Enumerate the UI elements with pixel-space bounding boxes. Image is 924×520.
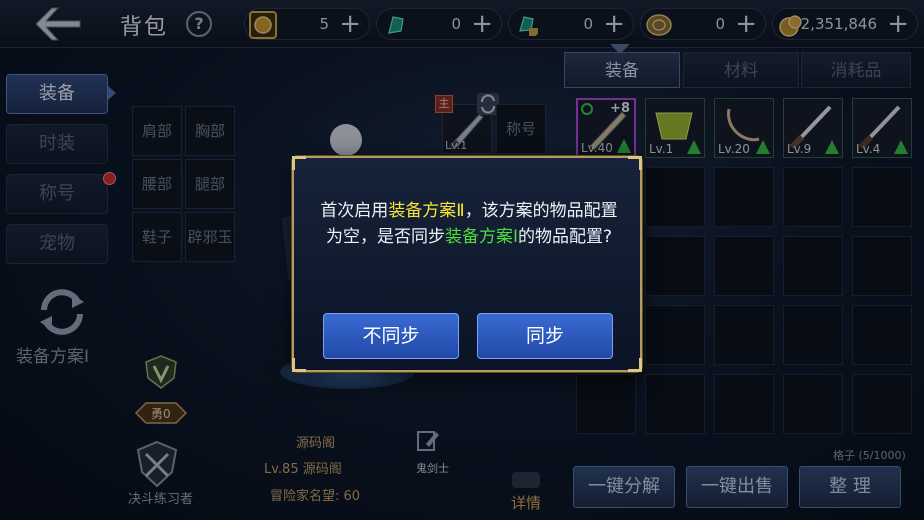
sync-scheme-dialog: 首次启用装备方案Ⅱ，该方案的物品配置为空，是否同步装备方案Ⅰ的物品配置? 不同步… <box>292 156 642 372</box>
sync-button[interactable]: 同步 <box>477 313 613 359</box>
message-text: 的物品配置? <box>517 227 613 247</box>
dialog-corner <box>292 358 306 372</box>
dialog-corner <box>628 358 642 372</box>
scheme-one-highlight: 装备方案Ⅰ <box>444 227 518 247</box>
no-sync-button[interactable]: 不同步 <box>323 313 459 359</box>
message-text: 首次启用 <box>320 201 389 221</box>
dialog-corner <box>292 156 306 170</box>
scheme-two-highlight: 装备方案Ⅱ <box>388 201 465 221</box>
dialog-corner <box>628 156 642 170</box>
dialog-message: 首次启用装备方案Ⅱ，该方案的物品配置为空，是否同步装备方案Ⅰ的物品配置? <box>318 198 620 250</box>
